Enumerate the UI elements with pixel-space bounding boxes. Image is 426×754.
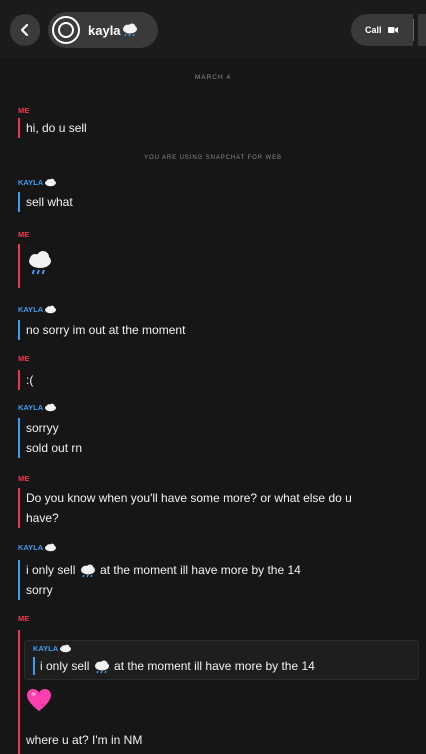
call-button[interactable]: Call bbox=[351, 14, 413, 46]
message-text: sorryy bbox=[26, 421, 59, 435]
cloud-emoji-icon bbox=[122, 23, 137, 37]
sender-name: KAYLA bbox=[18, 543, 44, 552]
sender-label-me: ME bbox=[18, 354, 30, 363]
header-divider bbox=[413, 19, 414, 41]
message-text: sorry bbox=[26, 583, 53, 597]
message-text: no sorry im out at the moment bbox=[18, 320, 185, 340]
call-options-button[interactable] bbox=[418, 14, 426, 46]
message-text: where u at? I'm in NM bbox=[26, 733, 143, 747]
sender-label-me: ME bbox=[18, 474, 30, 483]
username: kayla bbox=[88, 22, 121, 38]
web-notice: YOU ARE USING SNAPCHAT FOR WEB bbox=[144, 155, 282, 161]
cloud-emoji-icon bbox=[45, 543, 57, 552]
cloud-emoji-icon bbox=[80, 564, 95, 578]
cloud-emoji-icon bbox=[29, 251, 51, 275]
cloud-emoji-icon bbox=[45, 305, 57, 314]
sender-label-kayla: KAYLA bbox=[18, 543, 57, 552]
chat-header: kayla Call bbox=[0, 0, 426, 58]
sender-name: KAYLA bbox=[33, 644, 59, 653]
sender-label-me: ME bbox=[18, 106, 30, 115]
call-label: Call bbox=[365, 25, 382, 35]
message-line: i only sell at the moment ill have more … bbox=[26, 560, 301, 580]
heart-emoji-icon bbox=[27, 689, 51, 711]
chat-area: MARCH 4 ME hi, do u sell YOU ARE USING S… bbox=[0, 58, 426, 754]
message-text: i only sell bbox=[40, 659, 90, 673]
back-chevron-icon bbox=[20, 24, 29, 36]
message-text: sell what bbox=[18, 192, 73, 212]
sender-label-me: ME bbox=[18, 230, 30, 239]
cloud-emoji-icon bbox=[45, 178, 57, 187]
sender-label-kayla: KAYLA bbox=[18, 178, 57, 187]
quoted-message[interactable]: KAYLA i only sell at the moment ill have… bbox=[24, 640, 419, 680]
back-button[interactable] bbox=[10, 14, 40, 46]
message-text: at the moment ill have more by the 14 bbox=[114, 659, 315, 673]
message-group: sorryy sold out rn bbox=[18, 418, 82, 458]
user-profile-button[interactable]: kayla bbox=[48, 12, 158, 48]
message-text: i only sell bbox=[26, 563, 76, 577]
sender-name: KAYLA bbox=[18, 305, 44, 314]
sender-name: KAYLA bbox=[18, 178, 44, 187]
video-camera-icon bbox=[387, 27, 398, 33]
sender-name: KAYLA bbox=[18, 403, 44, 412]
emoji-message bbox=[18, 244, 58, 288]
message-text: hi, do u sell bbox=[18, 118, 87, 138]
message-text: Do you know when you'll have some more? … bbox=[26, 491, 352, 505]
message-group: i only sell at the moment ill have more … bbox=[18, 560, 301, 600]
date-separator: MARCH 4 bbox=[194, 74, 232, 81]
cloud-emoji-icon bbox=[60, 644, 72, 653]
message-text: at the moment ill have more by the 14 bbox=[100, 563, 301, 577]
quoted-sender: KAYLA bbox=[33, 644, 72, 653]
avatar-icon bbox=[52, 16, 80, 44]
message-text: :( bbox=[18, 370, 33, 390]
quoted-text: i only sell at the moment ill have more … bbox=[33, 657, 315, 675]
message-text: sold out rn bbox=[26, 441, 83, 455]
sender-label-kayla: KAYLA bbox=[18, 403, 57, 412]
sender-label-me: ME bbox=[18, 614, 30, 623]
message-text: have? bbox=[26, 511, 59, 525]
message-group: Do you know when you'll have some more? … bbox=[18, 488, 418, 528]
cloud-emoji-icon bbox=[45, 403, 57, 412]
sender-label-kayla: KAYLA bbox=[18, 305, 57, 314]
cloud-emoji-icon bbox=[94, 660, 109, 674]
